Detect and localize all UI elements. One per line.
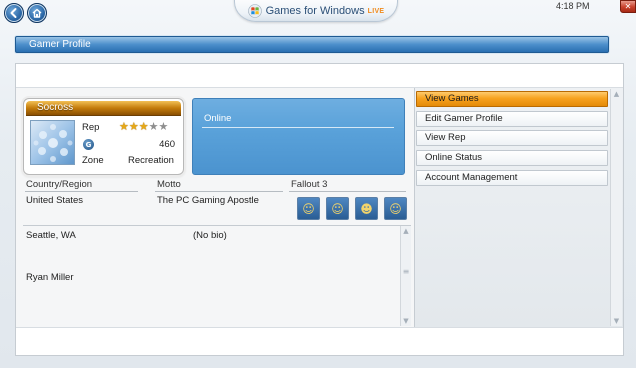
back-button[interactable] <box>4 3 24 23</box>
games-for-windows-live-logo: Games for Windows LIVE <box>234 0 398 22</box>
panel-header-strip <box>16 64 623 88</box>
menu-item-label: Account Management <box>425 172 518 183</box>
star-icon: ★ <box>119 120 129 133</box>
divider <box>202 127 394 128</box>
star-icon: ★ <box>138 120 149 133</box>
vault-boy-gun-icon[interactable]: ☻ <box>355 197 378 220</box>
location-value: Seattle, WA <box>26 230 76 241</box>
rep-stars: ★ ★ ★ ★ ★ <box>119 121 168 132</box>
menu-item-view-games[interactable]: View Games <box>416 91 608 107</box>
divider <box>289 191 406 192</box>
motto-header: Motto <box>157 179 181 190</box>
home-icon <box>32 8 42 18</box>
star-icon: ★ <box>158 120 169 133</box>
zone-value: Recreation <box>128 155 174 166</box>
gamertag-banner: Socross <box>26 101 181 116</box>
close-button[interactable]: ✕ <box>620 0 636 13</box>
online-status-box: Online <box>192 98 405 175</box>
scroll-down-icon[interactable]: ▼ <box>401 316 411 326</box>
scroll-up-icon[interactable]: ▲ <box>401 226 411 236</box>
back-arrow-icon <box>10 8 17 18</box>
gamerpic-icon <box>33 124 73 162</box>
brand-live-suffix: LIVE <box>367 7 385 15</box>
gamer-card[interactable]: Socross Rep ★ ★ ★ ★ ★ G 460 Zone Recreat… <box>23 98 184 175</box>
brand-name: Games for Windows <box>265 5 365 17</box>
menu-item-account-management[interactable]: Account Management <box>416 170 608 186</box>
scroll-down-icon[interactable]: ▼ <box>611 316 622 326</box>
gamerscore-icon: G <box>83 139 94 150</box>
star-icon: ★ <box>128 120 139 133</box>
divider <box>155 191 283 192</box>
vault-boy-portrait-icon[interactable]: ☺ <box>326 197 349 220</box>
bio-value: (No bio) <box>193 230 227 241</box>
menu-item-label: Online Status <box>425 152 483 163</box>
page-title: Gamer Profile <box>29 39 91 50</box>
gamertag: Socross <box>37 102 74 113</box>
online-status: Online <box>204 113 232 124</box>
vault-boy-thumbs-up-icon[interactable]: ☺ <box>297 197 320 220</box>
menu-item-edit-gamer-profile[interactable]: Edit Gamer Profile <box>416 111 608 127</box>
menu-item-label: Edit Gamer Profile <box>425 113 503 124</box>
zone-label: Zone <box>82 155 104 166</box>
title-bar: Gamer Profile <box>15 36 609 53</box>
rep-label: Rep <box>82 122 100 133</box>
menu-item-label: View Rep <box>425 132 466 143</box>
close-icon: ✕ <box>624 2 632 11</box>
gamerscore: 460 <box>159 139 175 150</box>
motto-value: The PC Gaming Apostle <box>157 195 259 206</box>
top-bar: Games for Windows LIVE 4:18 PM ✕ <box>0 0 636 26</box>
menu-item-online-status[interactable]: Online Status <box>416 150 608 166</box>
country-value: United States <box>26 195 84 206</box>
panel-footer-strip <box>16 327 623 355</box>
menu-item-label: View Games <box>425 93 479 104</box>
country-header: Country/Region <box>26 179 93 190</box>
scroll-up-icon[interactable]: ▲ <box>611 89 622 99</box>
vault-boy-map-icon[interactable]: ☺ <box>384 197 407 220</box>
gamer-picture <box>30 120 75 165</box>
divider <box>25 191 138 192</box>
name-value: Ryan Miller <box>26 272 74 283</box>
recent-game-header: Fallout 3 <box>291 179 328 190</box>
bio-scrollbar[interactable]: ▲ ≡ ▼ <box>400 226 411 326</box>
windows-logo-icon <box>247 4 262 18</box>
menu-item-view-rep[interactable]: View Rep <box>416 130 608 146</box>
menu-scrollbar[interactable]: ▲ ▼ <box>610 89 622 326</box>
scroll-grip-icon[interactable]: ≡ <box>401 268 411 276</box>
home-button[interactable] <box>27 3 47 23</box>
clock: 4:18 PM <box>556 1 590 11</box>
star-icon: ★ <box>148 120 159 133</box>
